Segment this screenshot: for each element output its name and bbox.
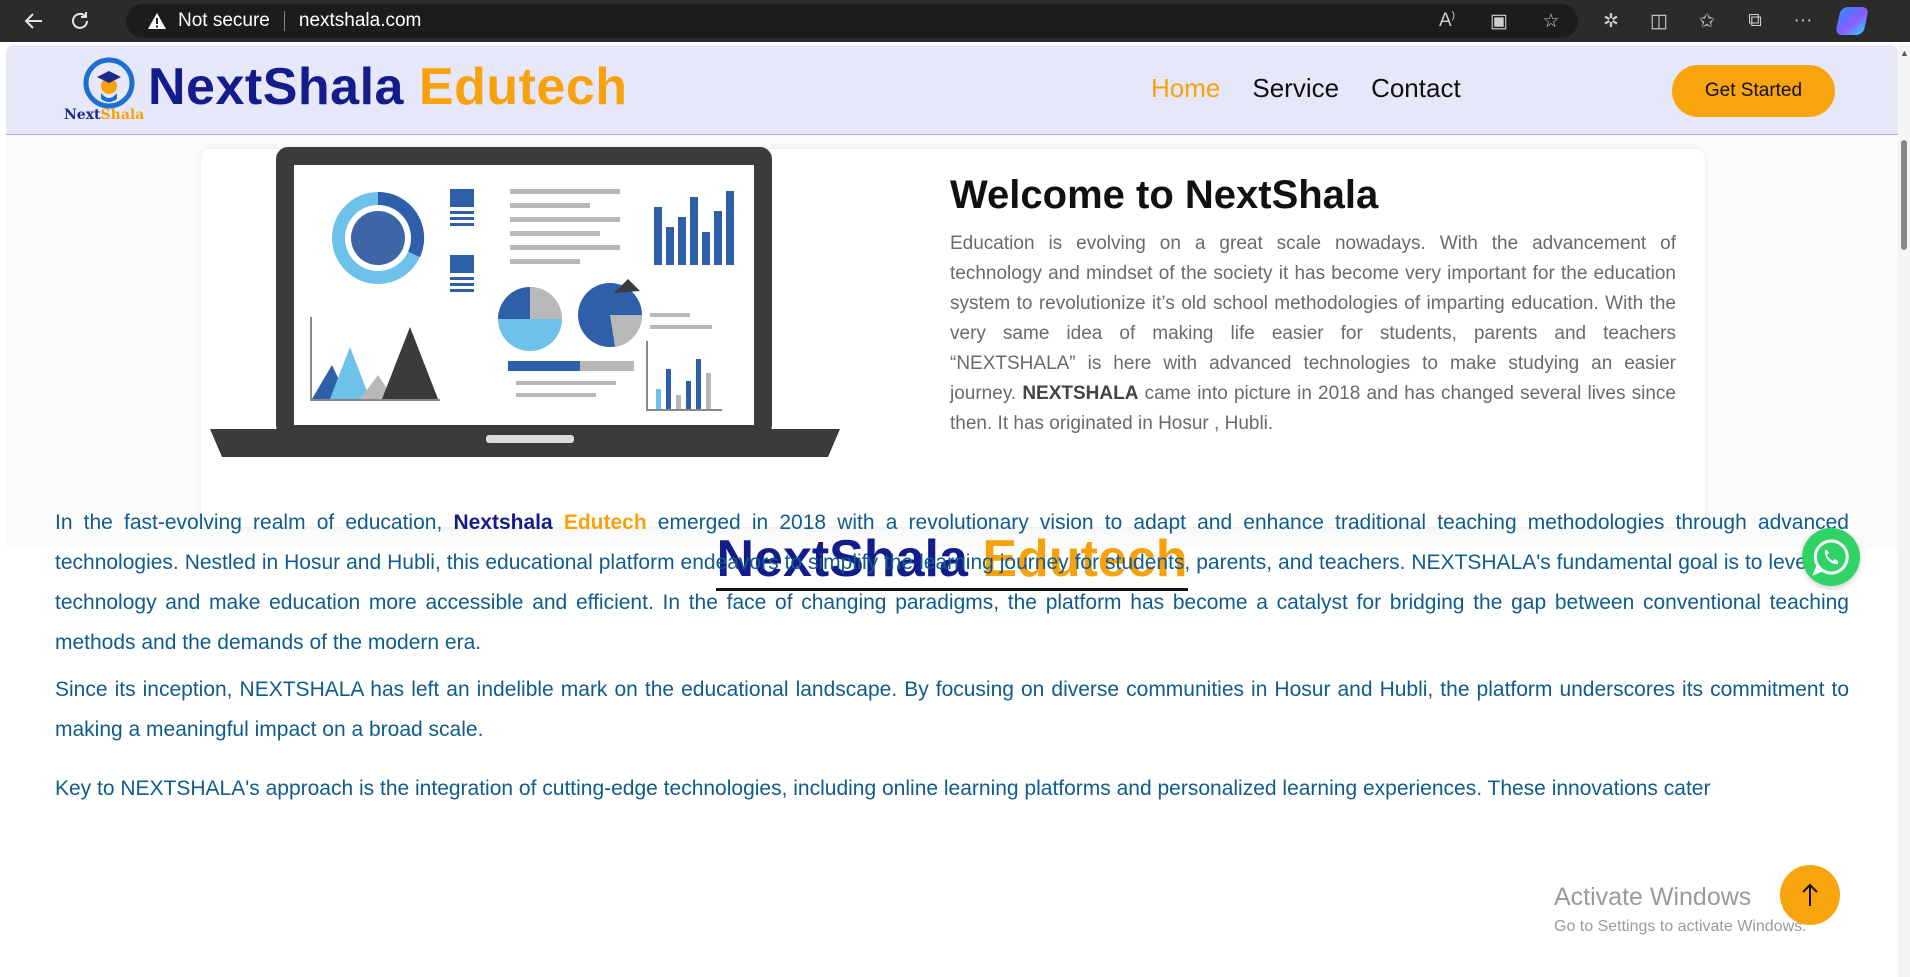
whatsapp-button[interactable]	[1802, 528, 1860, 586]
about-paragraph-1: In the fast-evolving realm of education,…	[55, 511, 1849, 654]
whatsapp-icon	[1812, 539, 1849, 576]
refresh-icon[interactable]	[58, 0, 102, 42]
arrow-up-icon	[1802, 883, 1818, 906]
site-brand[interactable]: NextShala Edutech	[148, 57, 628, 117]
read-aloud-icon[interactable]: A)	[1434, 10, 1460, 32]
laptop-dashboard-illustration	[210, 147, 840, 457]
favorite-star-icon[interactable]: ☆	[1538, 10, 1564, 33]
page-viewport: NextShala NextShala Edutech Home Service…	[6, 45, 1898, 977]
about-paragraph-3: Key to NEXTSHALA's approach is the integ…	[55, 777, 1711, 800]
more-icon[interactable]: ···	[1790, 10, 1816, 32]
get-started-button[interactable]: Get Started	[1672, 65, 1835, 117]
brand-name-part2: Edutech	[418, 58, 628, 116]
warning-icon	[146, 10, 168, 32]
brand-name-part1: NextShala	[148, 58, 404, 116]
split-screen-icon[interactable]: ◫	[1646, 10, 1672, 33]
about-paragraph-2: Since its inception, NEXTSHALA has left …	[55, 678, 1849, 741]
site-header: NextShala NextShala Edutech Home Service…	[6, 45, 1898, 135]
collections-icon[interactable]: ⧉	[1742, 10, 1768, 32]
back-icon[interactable]	[12, 0, 56, 42]
hero-description: Education is evolving on a great scale n…	[950, 233, 1676, 434]
extensions-icon[interactable]: ✲	[1598, 10, 1624, 33]
scrollbar-thumb[interactable]	[1901, 140, 1907, 250]
not-secure-label[interactable]: Not secure	[178, 10, 270, 32]
scroll-up-icon[interactable]: ▲	[1900, 49, 1909, 58]
logo-wordmark: NextShala	[64, 107, 145, 123]
browser-toolbar: Not secure nextshala.com A) ▣ ☆ ✲ ◫ ✩ ⧉ …	[0, 0, 1910, 42]
favorites-icon[interactable]: ✩	[1694, 10, 1720, 33]
hero-title: Welcome to NextShala	[950, 173, 1379, 217]
scroll-to-top-button[interactable]	[1780, 865, 1840, 925]
url-text[interactable]: nextshala.com	[299, 10, 422, 32]
copilot-icon[interactable]	[1835, 7, 1869, 35]
nav-service[interactable]: Service	[1252, 73, 1339, 104]
immersive-reader-icon[interactable]: ▣	[1486, 10, 1512, 33]
address-bar[interactable]: Not secure nextshala.com A) ▣ ☆	[126, 4, 1578, 38]
address-divider	[283, 11, 285, 31]
activate-windows-watermark: Activate Windows Go to Settings to activ…	[1554, 883, 1807, 935]
nav-home[interactable]: Home	[1151, 73, 1220, 104]
page-scrollbar[interactable]: ▲	[1898, 45, 1910, 977]
nav-contact[interactable]: Contact	[1371, 73, 1461, 104]
main-nav: Home Service Contact	[1151, 73, 1461, 104]
